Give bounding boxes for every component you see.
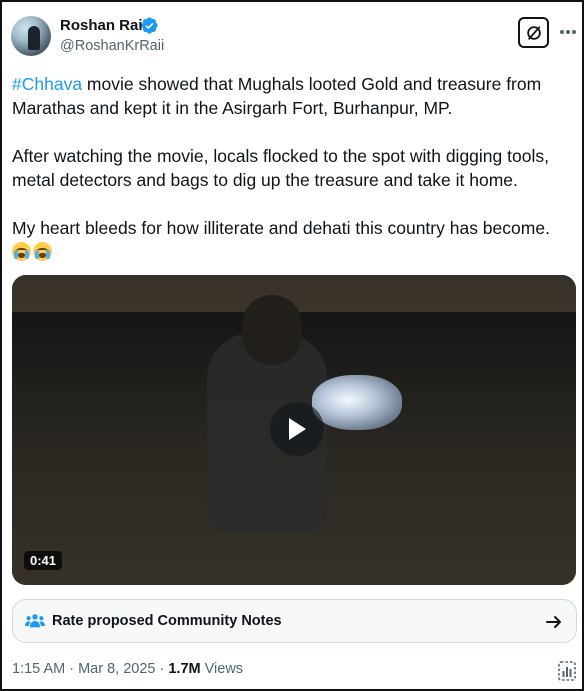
loudly-crying-face-icon — [33, 242, 52, 261]
video-person-head — [242, 295, 302, 365]
tweet-card: Roshan Rai @RoshanKrRaii #Chhava movie s… — [0, 0, 584, 691]
grok-icon — [526, 25, 541, 40]
hashtag-link[interactable]: #Chhava — [12, 74, 82, 94]
more-icon — [560, 30, 576, 34]
analytics-icon[interactable] — [558, 661, 576, 681]
author-name[interactable]: Roshan Rai — [60, 17, 143, 34]
tweet-line-1-text: movie showed that Mughals looted Gold an… — [12, 74, 542, 118]
arrow-right-icon — [546, 616, 561, 628]
community-notes-label: Rate proposed Community Notes — [52, 613, 282, 629]
video-bowl — [312, 375, 402, 430]
play-icon — [289, 418, 306, 440]
views-label: Views — [200, 661, 244, 677]
community-notes-icon — [25, 614, 45, 628]
tweet-timestamp[interactable]: 1:15 AM · Mar 8, 2025 · — [12, 661, 168, 677]
community-notes-button[interactable]: Rate proposed Community Notes — [12, 599, 577, 643]
loudly-crying-face-icon — [12, 242, 31, 261]
video-duration: 0:41 — [24, 551, 63, 570]
author-handle[interactable]: @RoshanKrRaii — [60, 38, 164, 54]
verified-badge-icon — [141, 17, 158, 34]
more-options-button[interactable] — [557, 21, 579, 43]
video-player[interactable]: 0:41 — [12, 275, 576, 585]
avatar[interactable] — [11, 16, 51, 56]
tweet-paragraph-3-text: My heart bleeds for how illiterate and d… — [12, 218, 550, 238]
tweet-meta: 1:15 AM · Mar 8, 2025 · 1.7M Views — [12, 661, 243, 677]
grok-button[interactable] — [518, 17, 549, 48]
avatar-figure — [28, 26, 40, 50]
tweet-paragraph-3: My heart bleeds for how illiterate and d… — [12, 216, 577, 264]
tweet-text: #Chhava movie showed that Mughals looted… — [12, 72, 577, 264]
play-button[interactable] — [270, 402, 324, 456]
tweet-paragraph-1: #Chhava movie showed that Mughals looted… — [12, 72, 577, 120]
views-count: 1.7M — [168, 661, 201, 677]
tweet-paragraph-2: After watching the movie, locals flocked… — [12, 146, 549, 190]
